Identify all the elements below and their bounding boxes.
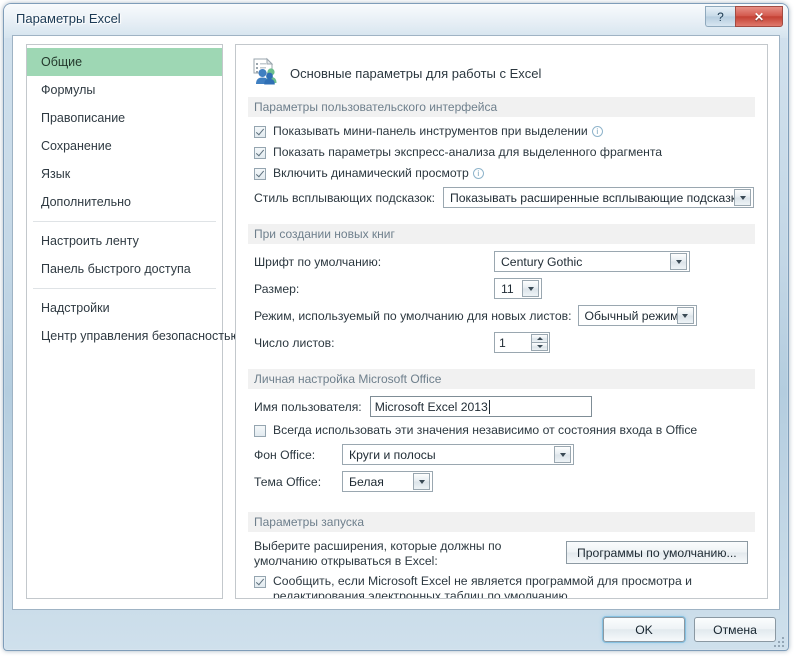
section-body-newbooks: Шрифт по умолчанию: Century Gothic Разме…: [236, 244, 767, 363]
tooltip-style-label: Стиль всплывающих подсказок:: [254, 190, 436, 205]
section-header-ui: Параметры пользовательского интерфейса: [248, 97, 755, 117]
startup-description-row: Выберите расширения, которые должны по у…: [254, 539, 767, 569]
office-background-combobox[interactable]: Круги и полосы: [342, 444, 574, 465]
close-button[interactable]: ✕: [735, 6, 783, 27]
chevron-down-icon[interactable]: [522, 280, 539, 297]
checkbox-minitoolbar[interactable]: [254, 126, 266, 138]
dialog-footer: OK Отмена: [12, 615, 780, 647]
username-value: Microsoft Excel 2013: [374, 399, 488, 414]
default-font-combobox[interactable]: Century Gothic: [494, 251, 690, 272]
field-row-default-font: Шрифт по умолчанию: Century Gothic: [254, 251, 767, 272]
tooltip-style-combobox[interactable]: Показывать расширенные всплывающие подск…: [443, 187, 755, 208]
resize-grip[interactable]: [772, 635, 784, 647]
chevron-down-icon[interactable]: [670, 253, 687, 270]
sheet-count-label: Число листов:: [254, 335, 335, 350]
checkbox-row-notify-default[interactable]: Сообщить, если Microsoft Excel не являет…: [254, 574, 767, 599]
checkbox-always-use[interactable]: [254, 425, 266, 437]
username-label: Имя пользователя:: [254, 399, 362, 414]
document-people-icon: [250, 57, 280, 90]
section-header-newbooks: При создании новых книг: [248, 224, 755, 244]
checkbox-row-always-use[interactable]: Всегда использовать эти значения независ…: [254, 423, 767, 438]
checkbox-row-livepreview[interactable]: Включить динамический просмотр i: [254, 166, 767, 181]
checkbox-quickanalysis[interactable]: [254, 147, 266, 159]
field-row-view-mode: Режим, используемый по умолчанию для нов…: [254, 305, 767, 326]
sidebar-item-language[interactable]: Язык: [27, 160, 222, 188]
help-button[interactable]: ?: [705, 6, 735, 27]
checkbox-livepreview[interactable]: [254, 168, 266, 180]
field-row-username: Имя пользователя: Microsoft Excel 2013: [254, 396, 767, 417]
sidebar-item-proofing[interactable]: Правописание: [27, 104, 222, 132]
office-theme-label: Тема Office:: [254, 474, 322, 489]
dialog-body: Общие Формулы Правописание Сохранение Яз…: [12, 35, 780, 610]
sidebar-divider-1: [33, 221, 216, 222]
window-title: Параметры Excel: [16, 11, 121, 26]
section-body-personal: Имя пользователя: Microsoft Excel 2013 В…: [236, 389, 767, 502]
view-mode-label: Режим, используемый по умолчанию для нов…: [254, 308, 572, 323]
startup-description: Выберите расширения, которые должны по у…: [254, 539, 502, 568]
checkbox-always-use-label: Всегда использовать эти значения независ…: [273, 423, 698, 437]
sidebar-divider-2: [33, 288, 216, 289]
default-programs-button[interactable]: Программы по умолчанию...: [566, 541, 748, 564]
options-sidebar: Общие Формулы Правописание Сохранение Яз…: [26, 44, 240, 599]
checkbox-row-quickanalysis[interactable]: Показать параметры экспресс-анализа для …: [254, 145, 767, 160]
office-background-label: Фон Office:: [254, 447, 316, 462]
sheet-count-stepper-buttons: [531, 334, 548, 351]
sidebar-item-formulas[interactable]: Формулы: [27, 76, 222, 104]
sidebar-item-general[interactable]: Общие: [27, 48, 222, 76]
checkbox-row-minitoolbar[interactable]: Показывать мини-панель инструментов при …: [254, 124, 767, 139]
sidebar-item-advanced[interactable]: Дополнительно: [27, 188, 222, 216]
font-size-combobox[interactable]: 11: [494, 278, 542, 299]
username-input[interactable]: Microsoft Excel 2013: [369, 396, 592, 417]
cancel-button[interactable]: Отмена: [694, 617, 776, 642]
checkbox-notify-default-label: Сообщить, если Microsoft Excel не являет…: [273, 574, 692, 599]
sidebar-item-trust-center[interactable]: Центр управления безопасностью: [27, 322, 240, 350]
title-bar[interactable]: Параметры Excel ? ✕: [4, 4, 788, 36]
checkbox-minitoolbar-label: Показывать мини-панель инструментов при …: [273, 124, 603, 139]
office-theme-value: Белая: [349, 474, 384, 489]
pane-header: Основные параметры для работы с Excel: [236, 45, 767, 91]
default-font-label: Шрифт по умолчанию:: [254, 254, 382, 269]
pane-header-title: Основные параметры для работы с Excel: [290, 66, 542, 81]
options-content-pane: Основные параметры для работы с Excel Па…: [235, 44, 768, 599]
field-row-sheet-count: Число листов: 1: [254, 332, 767, 353]
default-font-value: Century Gothic: [501, 254, 583, 269]
sidebar-item-customize-ribbon[interactable]: Настроить ленту: [27, 227, 222, 255]
checkbox-quickanalysis-label: Показать параметры экспресс-анализа для …: [273, 145, 663, 159]
info-icon[interactable]: i: [591, 126, 603, 137]
sidebar-item-quick-access-toolbar[interactable]: Панель быстрого доступа: [27, 255, 222, 283]
field-row-office-background: Фон Office: Круги и полосы: [254, 444, 767, 465]
chevron-down-icon[interactable]: [676, 307, 694, 324]
chevron-down-icon[interactable]: [413, 473, 430, 490]
ok-button[interactable]: OK: [603, 617, 685, 642]
window-controls: ? ✕: [705, 6, 783, 28]
chevron-up-icon[interactable]: [531, 334, 548, 342]
font-size-label: Размер:: [254, 281, 300, 296]
sidebar-item-save[interactable]: Сохранение: [27, 132, 222, 160]
chevron-down-icon[interactable]: [734, 189, 752, 206]
section-body-startup: Выберите расширения, которые должны по у…: [236, 532, 767, 599]
sidebar-item-addins[interactable]: Надстройки: [27, 294, 222, 322]
text-caret: [488, 399, 490, 414]
office-background-value: Круги и полосы: [349, 447, 436, 462]
view-mode-combobox[interactable]: Обычный режим: [577, 305, 697, 326]
sheet-count-stepper[interactable]: 1: [494, 332, 550, 353]
chevron-down-icon[interactable]: [554, 446, 571, 463]
section-header-personal: Личная настройка Microsoft Office: [248, 369, 755, 389]
tooltip-style-value: Показывать расширенные всплывающие подск…: [450, 190, 735, 205]
sheet-count-value[interactable]: 1: [495, 333, 531, 352]
field-row-office-theme: Тема Office: Белая: [254, 471, 767, 492]
view-mode-value: Обычный режим: [584, 308, 677, 323]
font-size-value: 11: [501, 281, 514, 296]
section-body-ui: Показывать мини-панель инструментов при …: [236, 117, 767, 218]
checkbox-livepreview-label: Включить динамический просмотр i: [273, 166, 484, 181]
field-row-tooltip-style: Стиль всплывающих подсказок: Показывать …: [254, 187, 767, 208]
field-row-font-size: Размер: 11: [254, 278, 767, 299]
chevron-down-icon[interactable]: [531, 342, 548, 351]
section-header-startup: Параметры запуска: [248, 512, 755, 532]
dialog-window: Параметры Excel ? ✕ Общие Формулы Правоп…: [3, 3, 789, 651]
checkbox-notify-default[interactable]: [254, 576, 266, 588]
office-theme-combobox[interactable]: Белая: [342, 471, 433, 492]
info-icon[interactable]: i: [472, 168, 484, 179]
